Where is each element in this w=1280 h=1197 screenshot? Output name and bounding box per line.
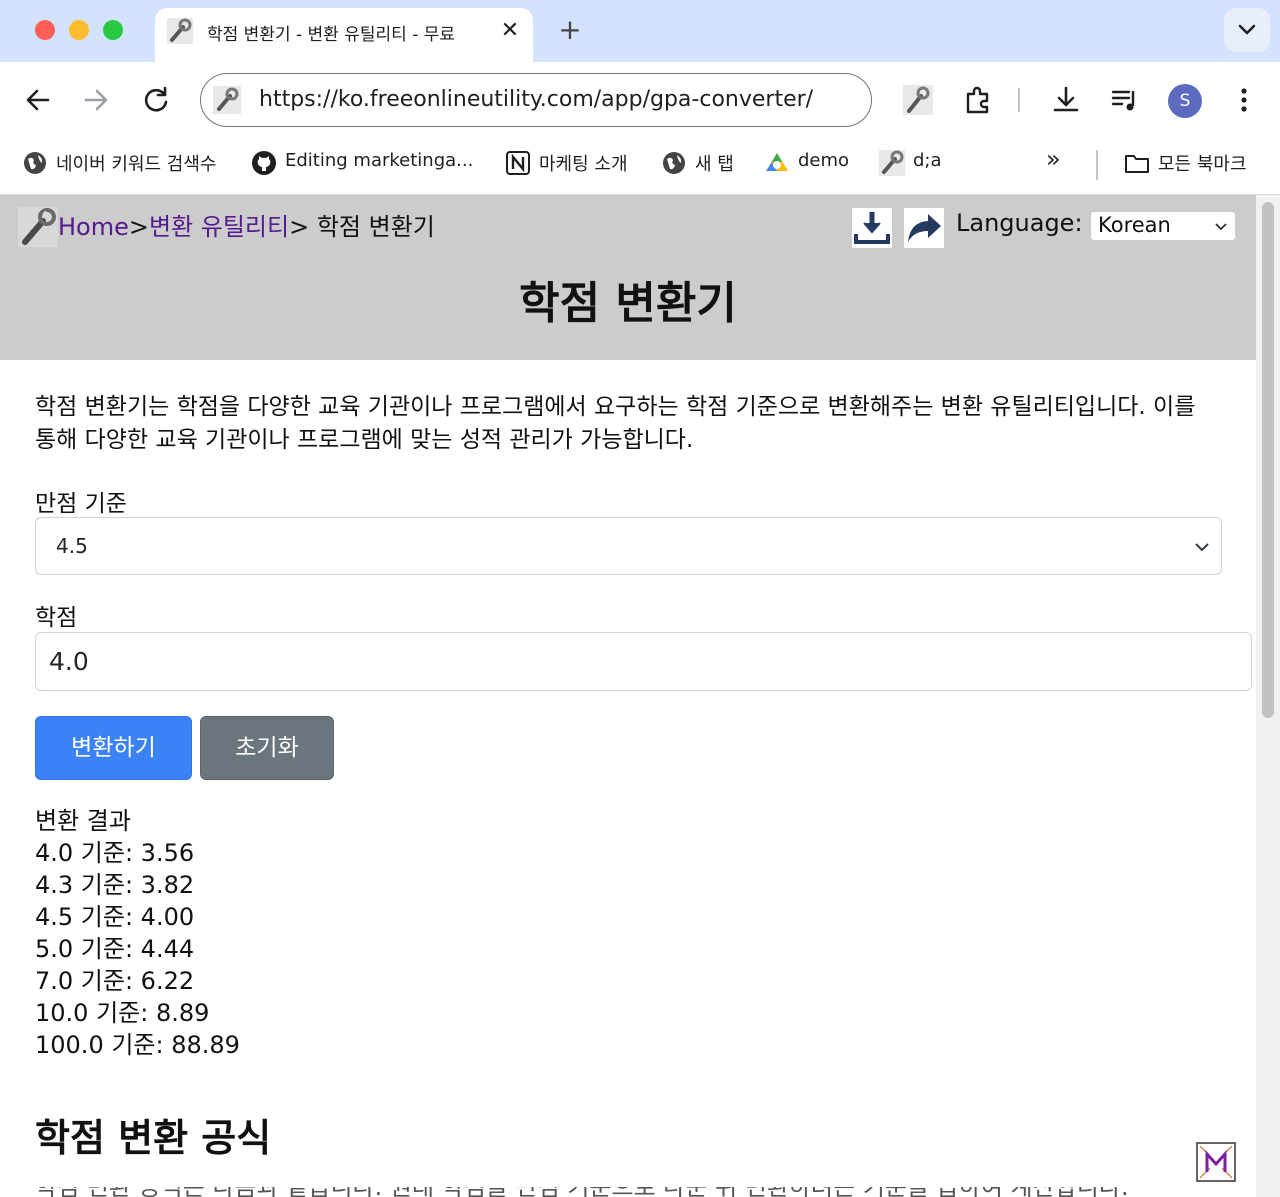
download-icon[interactable] (852, 208, 892, 248)
all-bookmarks-folder[interactable]: 모든 북마크 (1124, 148, 1264, 178)
chevron-down-icon (1195, 543, 1209, 552)
formula-section-title: 학점 변환 공식 (35, 1116, 272, 1160)
gpa-input[interactable] (35, 632, 1252, 691)
convert-button[interactable]: 변환하기 (35, 716, 192, 780)
breadcrumb-current: 학점 변환기 (309, 213, 435, 241)
intro-paragraph: 학점 변환기는 학점을 다양한 교육 기관이나 프로그램에서 요구하는 학점 기… (35, 394, 1196, 453)
result-line: 4.3 기준: 3.82 (35, 871, 195, 899)
page-title: 학점 변환기 (519, 278, 737, 329)
new-tab-button[interactable]: + (554, 14, 586, 46)
maximize-window-button[interactable] (103, 20, 123, 40)
results-title: 변환 결과 (35, 807, 131, 835)
language-select-value: Korean (1098, 213, 1171, 237)
m-badge-icon[interactable] (1196, 1142, 1236, 1182)
address-bar[interactable]: https://ko.freeonlineutility.com/app/gpa… (200, 73, 872, 127)
tab-close-icon[interactable]: ✕ (495, 16, 525, 46)
bookmark-demo[interactable]: demo (764, 148, 859, 178)
web-page: Home>변환 유틸리티> 학점 변환기 Language: Korean 학점… (0, 195, 1256, 1197)
bookmark-label: Editing marketinga... (285, 150, 474, 171)
url-text[interactable]: https://ko.freeonlineutility.com/app/gpa… (259, 87, 813, 112)
more-menu-icon[interactable] (1226, 82, 1262, 118)
back-arrow-icon[interactable] (20, 82, 56, 118)
formula-paragraph-text: 학점 변환 공식은 다음과 같습니다. 원래 학점을 만점 기준으로 나눈 뒤 … (35, 1187, 1135, 1197)
bookmark-label: d;a (913, 150, 942, 171)
globe-icon (24, 152, 46, 174)
language-select[interactable]: Korean (1090, 211, 1236, 241)
bookmark-dia[interactable]: d;a (879, 148, 954, 178)
bookmark-label: 마케팅 소개 (539, 154, 628, 175)
breadcrumb-home-link[interactable]: Home (58, 213, 129, 241)
bookmark-marketing-intro[interactable]: 마케팅 소개 (505, 148, 640, 178)
github-icon (252, 151, 276, 175)
active-tab[interactable]: 학점 변환기 - 변환 유틸리티 - 무료 ✕ (155, 8, 533, 62)
media-queue-icon[interactable] (1107, 82, 1143, 118)
site-info-icon[interactable] (213, 86, 241, 114)
bookmarks-bar: 네이버 키워드 검색수 Editing marketinga... 마케팅 소개… (0, 140, 1280, 195)
breadcrumb: Home>변환 유틸리티> 학점 변환기 (58, 207, 435, 242)
notion-icon (506, 151, 530, 175)
bookmarks-overflow-button[interactable]: » (1046, 145, 1076, 175)
breadcrumb-separator: > (289, 213, 310, 241)
scale-label: 만점 기준 (35, 491, 127, 517)
results-section: 변환 결과 4.0 기준: 3.56 4.3 기준: 3.82 4.5 기준: … (35, 805, 240, 1061)
tab-strip: 학점 변환기 - 변환 유틸리티 - 무료 ✕ + (0, 0, 1280, 62)
bookmark-label: 새 탭 (695, 154, 734, 175)
extension-wrench-icon[interactable] (900, 82, 936, 118)
extensions-puzzle-icon[interactable] (960, 82, 996, 118)
bookmark-label: 모든 북마크 (1158, 154, 1247, 175)
wrench-icon (879, 150, 905, 176)
reset-button[interactable]: 초기화 (200, 716, 334, 780)
toolbar-divider (1018, 88, 1020, 112)
download-icon[interactable] (1048, 82, 1084, 118)
result-line: 4.0 기준: 3.56 (35, 839, 195, 867)
result-line: 100.0 기준: 88.89 (35, 1031, 240, 1059)
bookmark-editing-marketing[interactable]: Editing marketinga... (251, 148, 481, 178)
globe-icon (663, 152, 685, 174)
forward-arrow-icon[interactable] (78, 82, 114, 118)
result-line: 4.5 기준: 4.00 (35, 903, 195, 931)
scale-select[interactable]: 4.5 (35, 517, 1222, 575)
profile-avatar[interactable]: S (1168, 84, 1202, 118)
chevron-down-icon (1238, 24, 1256, 35)
share-arrow-icon[interactable] (904, 208, 944, 248)
wrench-icon (167, 18, 193, 44)
browser-toolbar: https://ko.freeonlineutility.com/app/gpa… (0, 62, 1280, 140)
drive-icon (766, 153, 788, 171)
page-scrollbar-thumb[interactable] (1262, 202, 1274, 718)
site-logo-wrench-icon[interactable] (18, 207, 58, 247)
result-line: 7.0 기준: 6.22 (35, 967, 195, 995)
reload-icon[interactable] (138, 82, 174, 118)
tab-search-button[interactable] (1224, 8, 1270, 52)
minimize-window-button[interactable] (69, 20, 89, 40)
bookmarks-divider (1096, 150, 1098, 180)
bookmark-new-tab[interactable]: 새 탭 (661, 148, 746, 178)
close-window-button[interactable] (35, 20, 55, 40)
tab-title: 학점 변환기 - 변환 유틸리티 - 무료 (207, 25, 456, 44)
bookmark-label: 네이버 키워드 검색수 (56, 154, 217, 175)
gpa-label: 학점 (35, 605, 78, 631)
result-line: 10.0 기준: 8.89 (35, 999, 210, 1027)
breadcrumb-separator: > (128, 213, 149, 241)
scale-select-value: 4.5 (56, 534, 88, 558)
folder-icon (1125, 155, 1149, 173)
formula-paragraph-partial: 학점 변환 공식은 다음과 같습니다. 원래 학점을 만점 기준으로 나눈 뒤 … (35, 1187, 1135, 1197)
result-line: 5.0 기준: 4.44 (35, 935, 195, 963)
bookmark-label: demo (798, 150, 850, 171)
page-header: Home>변환 유틸리티> 학점 변환기 Language: Korean 학점… (0, 195, 1256, 360)
bookmark-naver-keyword[interactable]: 네이버 키워드 검색수 (22, 148, 232, 178)
language-label: Language: (956, 209, 1083, 237)
chevron-down-icon (1215, 223, 1227, 231)
breadcrumb-category-link[interactable]: 변환 유틸리티 (149, 213, 289, 241)
